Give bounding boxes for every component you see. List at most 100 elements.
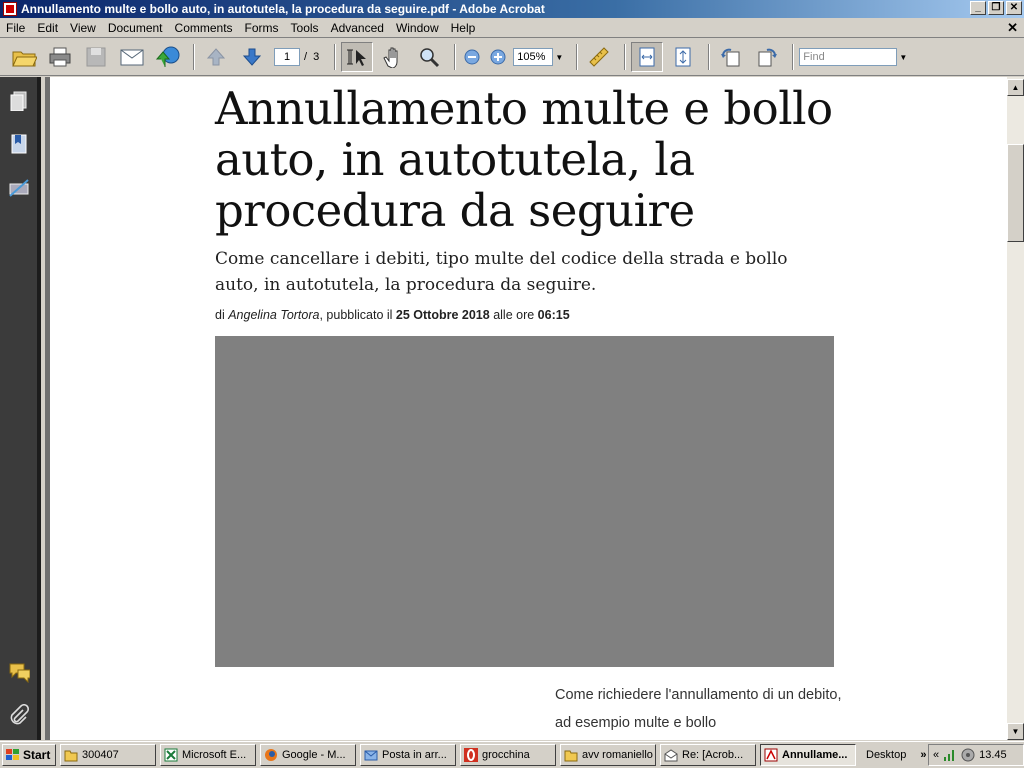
print-icon [49,47,71,67]
scroll-thumb[interactable] [1007,144,1024,242]
zoom-tool-button[interactable] [413,42,445,72]
zoom-in-icon [490,49,506,65]
email-button[interactable] [116,42,148,72]
next-page-button[interactable] [236,42,268,72]
start-button[interactable]: Start [2,744,56,766]
menu-file[interactable]: File [0,21,31,35]
menu-view[interactable]: View [64,21,102,35]
rotate-right-icon [758,48,778,67]
folder-icon [564,750,578,762]
save-button[interactable] [80,42,112,72]
toolbar-separator [454,44,457,70]
rotate-right-button[interactable] [751,42,783,72]
signatures-icon[interactable] [8,176,30,198]
attachments-icon[interactable] [8,704,30,726]
system-tray: « 13.45 [928,744,1024,766]
print-button[interactable] [44,42,76,72]
desktop-toolbar-label[interactable]: Desktop [866,749,906,761]
pages-icon[interactable] [8,89,30,111]
taskbar-item-avv-romaniello[interactable]: avv romaniello [560,744,656,766]
page-number-input[interactable]: 1 [274,48,300,66]
comments-icon[interactable] [8,661,30,683]
menu-document[interactable]: Document [102,21,169,35]
taskbar: Start 300407 Microsoft E... Google - M..… [0,741,1024,768]
taskbar-item-label: Re: [Acrob... [682,749,744,761]
taskbar-item-acrobat[interactable]: Annullame... [760,744,856,766]
restore-button[interactable]: ❐ [988,1,1004,15]
menu-comments[interactable]: Comments [169,21,239,35]
article-hero-image [215,336,834,667]
menu-window[interactable]: Window [390,21,445,35]
navigation-pane [0,77,41,740]
close-button[interactable]: ✕ [1006,1,1022,15]
close-document-button[interactable]: ✕ [1007,20,1018,36]
taskbar-item-firefox[interactable]: Google - M... [260,744,356,766]
select-tool-button[interactable] [341,42,374,72]
previous-page-button[interactable] [200,42,232,72]
previous-page-icon [206,48,226,66]
open-button[interactable] [8,42,40,72]
hand-tool-button[interactable] [377,42,409,72]
fit-page-button[interactable] [667,42,699,72]
fit-width-button[interactable] [631,42,664,72]
article-byline: di Angelina Tortora, pubblicato il 25 Ot… [215,308,570,322]
window-title: Annullamento multe e bollo auto, in auto… [21,2,545,16]
zoom-in-button[interactable] [487,42,509,72]
hand-tool-icon [383,47,398,68]
bookmarks-icon[interactable] [8,132,30,154]
article-headline: Annullamento multe e bollo auto, in auto… [215,82,833,237]
volume-icon[interactable] [961,748,975,762]
find-input[interactable]: Find [799,48,898,66]
page-shadow [45,77,50,740]
minimize-button[interactable]: _ [970,1,986,15]
save-icon [86,47,106,67]
taskbar-item-re-acrob[interactable]: Re: [Acrob... [660,744,756,766]
measure-button[interactable] [583,42,615,72]
toolbar: 1 / 3 105% ▼ Find ▼ [0,39,1024,76]
vertical-scrollbar[interactable]: ▲ ▼ [1007,77,1024,740]
title-bar: Annullamento multe e bollo auto, in auto… [0,0,1024,18]
network-signal-icon[interactable] [943,748,957,762]
taskbar-item-label: Posta in arr... [382,749,447,761]
document-viewport[interactable]: Annullamento multe e bollo auto, in auto… [45,77,1007,740]
windows-logo-icon [6,749,20,761]
fit-page-icon [675,47,691,67]
byline-time-prefix: alle ore [489,308,538,322]
firefox-icon [265,749,277,761]
toolbar-separator [792,44,795,70]
byline-author: Angelina Tortora [228,308,320,322]
organizer-icon [155,46,180,67]
scroll-up-button[interactable]: ▲ [1007,79,1024,96]
folder-icon [64,750,78,762]
taskbar-item-300407[interactable]: 300407 [60,744,156,766]
toolbar-separator [708,44,711,70]
fit-width-icon [639,47,655,67]
acrobat-icon [764,748,778,762]
menu-tools[interactable]: Tools [285,21,325,35]
taskbar-item-opera[interactable]: grocchina [460,744,556,766]
find-dropdown-arrow[interactable]: ▼ [897,48,909,66]
menu-bar: File Edit View Document Comments Forms T… [0,18,1024,38]
scroll-down-button[interactable]: ▼ [1007,723,1024,740]
menu-help[interactable]: Help [445,21,482,35]
select-tool-icon [347,49,367,66]
organizer-button[interactable] [152,42,184,72]
zoom-out-button[interactable] [461,42,483,72]
menu-forms[interactable]: Forms [239,21,285,35]
window-controls: _ ❐ ✕ [970,1,1022,15]
toolbar-chevron[interactable]: » [920,749,926,761]
rotate-left-button[interactable] [715,42,747,72]
taskbar-item-excel[interactable]: Microsoft E... [160,744,256,766]
email-icon [120,49,144,66]
zoom-level-input[interactable]: 105% [513,48,554,66]
acrobat-app-icon[interactable] [3,2,17,16]
clock[interactable]: 13.45 [979,749,1007,761]
next-page-icon [242,48,262,66]
tray-expand-button[interactable]: « [933,749,939,761]
zoom-dropdown-arrow[interactable]: ▼ [553,48,565,66]
menu-edit[interactable]: Edit [31,21,64,35]
rotate-left-icon [721,48,740,67]
taskbar-item-mail[interactable]: Posta in arr... [360,744,456,766]
menu-advanced[interactable]: Advanced [325,21,390,35]
byline-published: , pubblicato il [319,308,396,322]
